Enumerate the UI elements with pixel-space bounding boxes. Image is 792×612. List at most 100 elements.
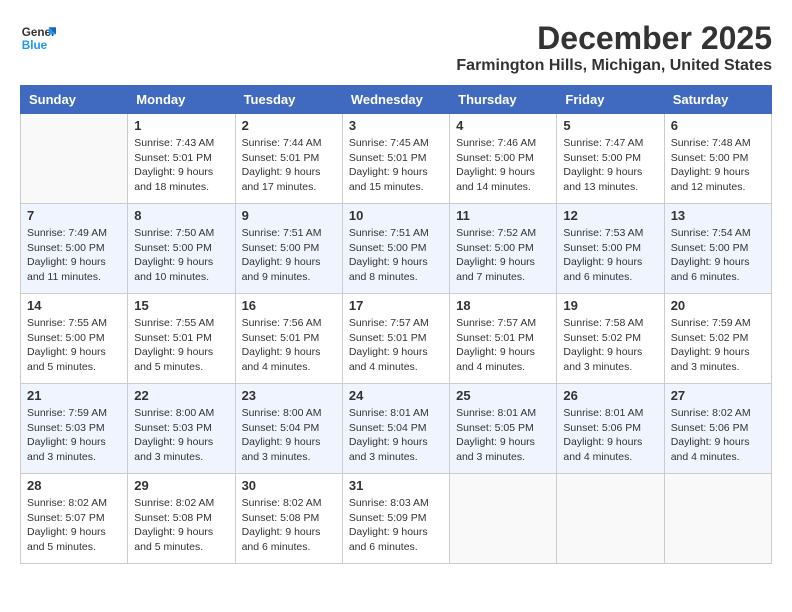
day-number: 14 bbox=[27, 298, 121, 313]
month-title: December 2025 bbox=[456, 20, 772, 57]
day-number: 13 bbox=[671, 208, 765, 223]
calendar-cell: 18 Sunrise: 7:57 AM Sunset: 5:01 PM Dayli… bbox=[450, 294, 557, 384]
logo-icon: General Blue bbox=[20, 20, 56, 56]
column-header-wednesday: Wednesday bbox=[342, 86, 449, 114]
column-header-sunday: Sunday bbox=[21, 86, 128, 114]
day-info: Sunrise: 7:50 AM Sunset: 5:00 PM Dayligh… bbox=[134, 226, 228, 285]
calendar-cell: 28Sunrise: 8:02 AM Sunset: 5:07 PM Dayli… bbox=[21, 474, 128, 564]
calendar-cell: 19 Sunrise: 7:58 AM Sunset: 5:02 PM Dayli… bbox=[557, 294, 664, 384]
day-info: Sunrise: 7:51 AM Sunset: 5:00 PM Dayligh… bbox=[349, 226, 443, 285]
day-number: 2 bbox=[242, 118, 336, 133]
calendar-cell: 22 Sunrise: 8:00 AM Sunset: 5:03 PM Dayli… bbox=[128, 384, 235, 474]
calendar-week-row: 7Sunrise: 7:49 AM Sunset: 5:00 PM Daylig… bbox=[21, 204, 772, 294]
day-number: 1 bbox=[134, 118, 228, 133]
calendar-cell: 14 Sunrise: 7:55 AM Sunset: 5:00 PM Dayli… bbox=[21, 294, 128, 384]
calendar-cell: 26Sunrise: 8:01 AM Sunset: 5:06 PM Dayli… bbox=[557, 384, 664, 474]
day-info: Sunrise: 7:47 AM Sunset: 5:00 PM Dayligh… bbox=[563, 136, 657, 195]
day-info: Sunrise: 8:02 AM Sunset: 5:06 PM Dayligh… bbox=[671, 406, 765, 465]
calendar-cell: 8 Sunrise: 7:50 AM Sunset: 5:00 PM Daylig… bbox=[128, 204, 235, 294]
day-number: 29 bbox=[134, 478, 228, 493]
day-number: 9 bbox=[242, 208, 336, 223]
calendar-week-row: 28Sunrise: 8:02 AM Sunset: 5:07 PM Dayli… bbox=[21, 474, 772, 564]
day-number: 23 bbox=[242, 388, 336, 403]
day-number: 15 bbox=[134, 298, 228, 313]
calendar-cell: 31 Sunrise: 8:03 AM Sunset: 5:09 PM Dayli… bbox=[342, 474, 449, 564]
calendar-cell: 12 Sunrise: 7:53 AM Sunset: 5:00 PM Dayli… bbox=[557, 204, 664, 294]
day-info: Sunrise: 7:46 AM Sunset: 5:00 PM Dayligh… bbox=[456, 136, 550, 195]
calendar-cell bbox=[664, 474, 771, 564]
calendar-cell: 30Sunrise: 8:02 AM Sunset: 5:08 PM Dayli… bbox=[235, 474, 342, 564]
calendar-week-row: 14 Sunrise: 7:55 AM Sunset: 5:00 PM Dayli… bbox=[21, 294, 772, 384]
day-number: 10 bbox=[349, 208, 443, 223]
calendar-cell: 25 Sunrise: 8:01 AM Sunset: 5:05 PM Dayli… bbox=[450, 384, 557, 474]
day-number: 18 bbox=[456, 298, 550, 313]
day-number: 12 bbox=[563, 208, 657, 223]
day-info: Sunrise: 7:59 AM Sunset: 5:02 PM Dayligh… bbox=[671, 316, 765, 375]
calendar-cell: 9 Sunrise: 7:51 AM Sunset: 5:00 PM Daylig… bbox=[235, 204, 342, 294]
day-info: Sunrise: 7:57 AM Sunset: 5:01 PM Dayligh… bbox=[456, 316, 550, 375]
day-number: 20 bbox=[671, 298, 765, 313]
day-info: Sunrise: 7:44 AM Sunset: 5:01 PM Dayligh… bbox=[242, 136, 336, 195]
svg-text:Blue: Blue bbox=[22, 39, 48, 52]
day-info: Sunrise: 8:01 AM Sunset: 5:04 PM Dayligh… bbox=[349, 406, 443, 465]
day-number: 19 bbox=[563, 298, 657, 313]
calendar-table: SundayMondayTuesdayWednesdayThursdayFrid… bbox=[20, 85, 772, 564]
column-header-monday: Monday bbox=[128, 86, 235, 114]
day-info: Sunrise: 7:48 AM Sunset: 5:00 PM Dayligh… bbox=[671, 136, 765, 195]
day-number: 25 bbox=[456, 388, 550, 403]
day-number: 17 bbox=[349, 298, 443, 313]
calendar-cell: 11 Sunrise: 7:52 AM Sunset: 5:00 PM Dayli… bbox=[450, 204, 557, 294]
day-info: Sunrise: 7:43 AM Sunset: 5:01 PM Dayligh… bbox=[134, 136, 228, 195]
location-title: Farmington Hills, Michigan, United State… bbox=[456, 57, 772, 75]
day-info: Sunrise: 8:00 AM Sunset: 5:03 PM Dayligh… bbox=[134, 406, 228, 465]
calendar-cell: 27 Sunrise: 8:02 AM Sunset: 5:06 PM Dayli… bbox=[664, 384, 771, 474]
day-number: 21 bbox=[27, 388, 121, 403]
day-info: Sunrise: 7:55 AM Sunset: 5:01 PM Dayligh… bbox=[134, 316, 228, 375]
day-number: 16 bbox=[242, 298, 336, 313]
day-info: Sunrise: 7:49 AM Sunset: 5:00 PM Dayligh… bbox=[27, 226, 121, 285]
day-info: Sunrise: 8:02 AM Sunset: 5:08 PM Dayligh… bbox=[242, 496, 336, 555]
calendar-cell: 21 Sunrise: 7:59 AM Sunset: 5:03 PM Dayli… bbox=[21, 384, 128, 474]
day-info: Sunrise: 7:56 AM Sunset: 5:01 PM Dayligh… bbox=[242, 316, 336, 375]
day-info: Sunrise: 7:57 AM Sunset: 5:01 PM Dayligh… bbox=[349, 316, 443, 375]
day-info: Sunrise: 8:03 AM Sunset: 5:09 PM Dayligh… bbox=[349, 496, 443, 555]
calendar-header-row: SundayMondayTuesdayWednesdayThursdayFrid… bbox=[21, 86, 772, 114]
calendar-cell: 1 Sunrise: 7:43 AM Sunset: 5:01 PM Daylig… bbox=[128, 114, 235, 204]
day-number: 8 bbox=[134, 208, 228, 223]
calendar-cell: 16 Sunrise: 7:56 AM Sunset: 5:01 PM Dayli… bbox=[235, 294, 342, 384]
calendar-week-row: 1 Sunrise: 7:43 AM Sunset: 5:01 PM Daylig… bbox=[21, 114, 772, 204]
day-number: 22 bbox=[134, 388, 228, 403]
day-number: 27 bbox=[671, 388, 765, 403]
day-info: Sunrise: 7:51 AM Sunset: 5:00 PM Dayligh… bbox=[242, 226, 336, 285]
day-number: 4 bbox=[456, 118, 550, 133]
calendar-cell: 17 Sunrise: 7:57 AM Sunset: 5:01 PM Dayli… bbox=[342, 294, 449, 384]
calendar-cell bbox=[21, 114, 128, 204]
day-info: Sunrise: 7:53 AM Sunset: 5:00 PM Dayligh… bbox=[563, 226, 657, 285]
calendar-cell: 15 Sunrise: 7:55 AM Sunset: 5:01 PM Dayli… bbox=[128, 294, 235, 384]
day-number: 11 bbox=[456, 208, 550, 223]
calendar-cell: 6Sunrise: 7:48 AM Sunset: 5:00 PM Daylig… bbox=[664, 114, 771, 204]
calendar-cell: 2 Sunrise: 7:44 AM Sunset: 5:01 PM Daylig… bbox=[235, 114, 342, 204]
day-number: 28 bbox=[27, 478, 121, 493]
column-header-friday: Friday bbox=[557, 86, 664, 114]
calendar-cell: 20 Sunrise: 7:59 AM Sunset: 5:02 PM Dayli… bbox=[664, 294, 771, 384]
day-info: Sunrise: 7:52 AM Sunset: 5:00 PM Dayligh… bbox=[456, 226, 550, 285]
day-info: Sunrise: 7:59 AM Sunset: 5:03 PM Dayligh… bbox=[27, 406, 121, 465]
day-info: Sunrise: 8:01 AM Sunset: 5:05 PM Dayligh… bbox=[456, 406, 550, 465]
calendar-week-row: 21 Sunrise: 7:59 AM Sunset: 5:03 PM Dayli… bbox=[21, 384, 772, 474]
day-info: Sunrise: 8:01 AM Sunset: 5:06 PM Dayligh… bbox=[563, 406, 657, 465]
calendar-cell: 13 Sunrise: 7:54 AM Sunset: 5:00 PM Dayli… bbox=[664, 204, 771, 294]
column-header-tuesday: Tuesday bbox=[235, 86, 342, 114]
day-number: 31 bbox=[349, 478, 443, 493]
day-info: Sunrise: 7:45 AM Sunset: 5:01 PM Dayligh… bbox=[349, 136, 443, 195]
day-info: Sunrise: 7:54 AM Sunset: 5:00 PM Dayligh… bbox=[671, 226, 765, 285]
calendar-cell: 24Sunrise: 8:01 AM Sunset: 5:04 PM Dayli… bbox=[342, 384, 449, 474]
day-info: Sunrise: 7:55 AM Sunset: 5:00 PM Dayligh… bbox=[27, 316, 121, 375]
calendar-cell: 29 Sunrise: 8:02 AM Sunset: 5:08 PM Dayli… bbox=[128, 474, 235, 564]
calendar-cell: 7Sunrise: 7:49 AM Sunset: 5:00 PM Daylig… bbox=[21, 204, 128, 294]
day-info: Sunrise: 8:02 AM Sunset: 5:08 PM Dayligh… bbox=[134, 496, 228, 555]
day-info: Sunrise: 7:58 AM Sunset: 5:02 PM Dayligh… bbox=[563, 316, 657, 375]
calendar-cell: 23Sunrise: 8:00 AM Sunset: 5:04 PM Dayli… bbox=[235, 384, 342, 474]
column-header-saturday: Saturday bbox=[664, 86, 771, 114]
calendar-cell: 3Sunrise: 7:45 AM Sunset: 5:01 PM Daylig… bbox=[342, 114, 449, 204]
